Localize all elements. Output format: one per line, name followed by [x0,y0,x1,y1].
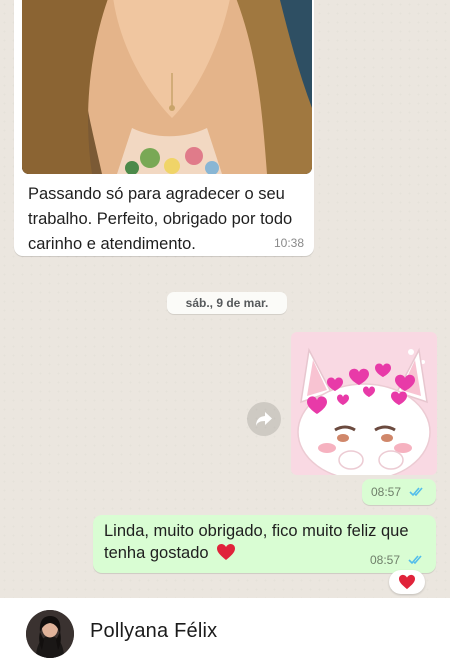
cat-hearts-sticker-icon [291,332,437,481]
profile-photo [26,610,74,658]
chat-area[interactable]: Passando só para agradecer o seu trabalh… [0,0,450,598]
red-heart-icon [217,544,236,560]
message-photo[interactable] [22,0,312,174]
forward-arrow-icon [256,412,272,426]
sticker-time-bubble: 08:57 [362,479,436,505]
photo-image [22,0,312,174]
sticker-message[interactable] [291,332,437,481]
reaction-badge[interactable] [389,570,425,594]
outgoing-message-time: 08:57 [370,553,401,567]
outgoing-message-bubble[interactable]: Linda, muito obrigado, fico muito feliz … [93,515,436,573]
red-heart-icon [399,574,415,590]
avatar[interactable] [26,610,74,658]
double-check-icon [408,555,422,565]
profile-footer: Pollyana Félix [0,598,450,670]
contact-name: Pollyana Félix [90,620,218,642]
incoming-message-text: Passando só para agradecer o seu trabalh… [28,185,293,253]
sticker-time: 08:57 [371,485,402,499]
incoming-message-time: 10:38 [273,236,304,250]
date-separator: sáb., 9 de mar. [167,292,287,314]
incoming-message-bubble[interactable]: Passando só para agradecer o seu trabalh… [14,0,314,256]
outgoing-message-text-content: Linda, muito obrigado, fico muito feliz … [104,522,409,562]
double-check-icon [409,487,423,497]
forward-button[interactable] [247,402,281,436]
